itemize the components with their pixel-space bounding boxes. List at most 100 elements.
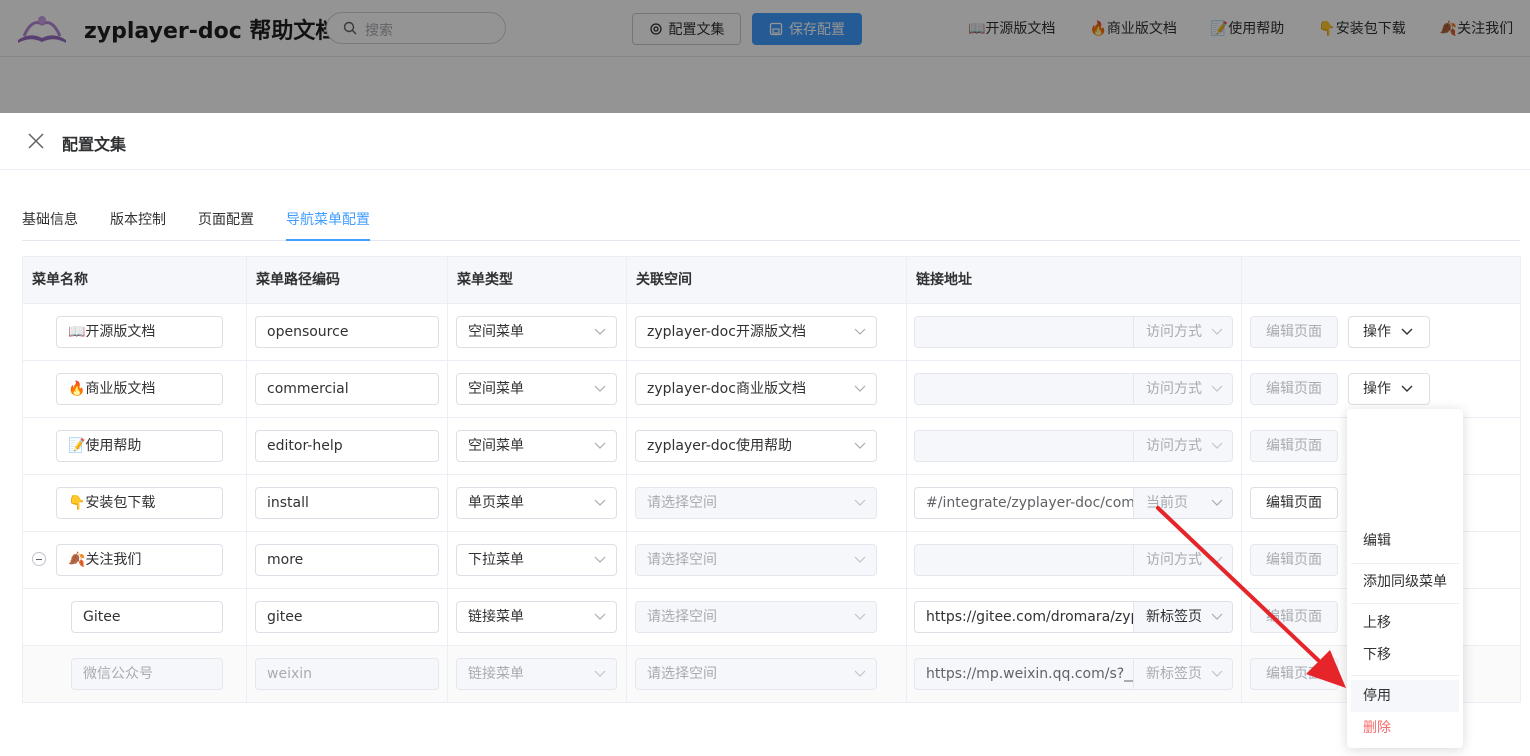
menu-type-value: 下拉菜单 bbox=[468, 552, 524, 568]
chevron-down-icon bbox=[854, 328, 866, 335]
menu-type-select[interactable]: 空间菜单 bbox=[456, 316, 617, 348]
link-input-group: 访问方式 bbox=[914, 430, 1233, 462]
table-row: 👇安装包下载 install 单页菜单 请选择空间 #/integrate/zy… bbox=[22, 475, 1521, 532]
table-header: 菜单名称 菜单路径编码 菜单类型 关联空间 链接地址 bbox=[22, 256, 1521, 304]
menu-name-input[interactable]: 🔥商业版文档 bbox=[56, 373, 223, 405]
drawer-header: 配置文集 bbox=[0, 113, 1530, 170]
column-header-menu-type: 菜单类型 bbox=[448, 257, 627, 303]
menu-type-select[interactable]: 单页菜单 bbox=[456, 487, 617, 519]
access-mode-select[interactable]: 新标签页 bbox=[1133, 602, 1232, 632]
chevron-down-icon bbox=[1401, 385, 1413, 392]
operation-button[interactable]: 操作 bbox=[1348, 373, 1430, 405]
menu-item-disable[interactable]: 停用 bbox=[1351, 680, 1459, 712]
column-header-path-code: 菜单路径编码 bbox=[247, 257, 448, 303]
access-mode-select: 新标签页 bbox=[1133, 659, 1232, 689]
menu-code-input[interactable]: opensource bbox=[255, 316, 439, 348]
access-mode-select: 访问方式 bbox=[1133, 317, 1232, 347]
menu-item-move-up[interactable]: 上移 bbox=[1351, 607, 1459, 639]
chevron-down-icon bbox=[854, 556, 866, 563]
access-mode-select[interactable]: 当前页 bbox=[1133, 488, 1232, 518]
tab-version-control[interactable]: 版本控制 bbox=[110, 209, 166, 241]
tab-nav-menu-config[interactable]: 导航菜单配置 bbox=[286, 209, 370, 241]
tab-bar: 基础信息 版本控制 页面配置 导航菜单配置 bbox=[22, 209, 1520, 241]
space-select[interactable]: zyplayer-doc开源版文档 bbox=[635, 316, 877, 348]
link-input-group: 访问方式 bbox=[914, 373, 1233, 405]
space-select: 请选择空间 bbox=[635, 544, 877, 576]
chevron-down-icon bbox=[1211, 670, 1223, 677]
link-input-group[interactable]: https://gitee.com/dromara/zypl 新标签页 bbox=[914, 601, 1233, 633]
edit-page-button: 编辑页面 bbox=[1250, 544, 1338, 576]
menu-item-delete[interactable]: 删除 bbox=[1351, 712, 1459, 744]
close-icon[interactable] bbox=[26, 131, 46, 151]
table-row: 🔥商业版文档 commercial 空间菜单 zyplayer-doc商业版文档… bbox=[22, 361, 1521, 418]
space-value: 请选择空间 bbox=[647, 666, 717, 682]
link-url-input bbox=[915, 545, 1133, 575]
chevron-down-icon bbox=[1211, 499, 1223, 506]
space-value: 请选择空间 bbox=[647, 609, 717, 625]
link-input-group: https://mp.weixin.qq.com/s?__b 新标签页 bbox=[914, 658, 1233, 690]
chevron-down-icon bbox=[594, 556, 606, 563]
link-url-input bbox=[915, 317, 1133, 347]
space-value: zyplayer-doc商业版文档 bbox=[647, 381, 806, 397]
menu-code-input[interactable]: more bbox=[255, 544, 439, 576]
menu-name-input[interactable]: 🍂关注我们 bbox=[56, 544, 223, 576]
link-url-input bbox=[915, 374, 1133, 404]
menu-name-input: 微信公众号 bbox=[71, 658, 223, 690]
link-url-input[interactable]: #/integrate/zyplayer-doc/comm bbox=[915, 488, 1133, 518]
chevron-down-icon bbox=[1211, 613, 1223, 620]
column-header-link: 链接地址 bbox=[907, 257, 1242, 303]
menu-type-value: 空间菜单 bbox=[468, 324, 524, 340]
menu-name-input[interactable]: 📝使用帮助 bbox=[56, 430, 223, 462]
edit-page-button: 编辑页面 bbox=[1250, 373, 1338, 405]
tab-basic-info[interactable]: 基础信息 bbox=[22, 209, 78, 241]
menu-divider bbox=[1351, 603, 1459, 604]
menu-divider bbox=[1351, 563, 1459, 564]
space-select[interactable]: zyplayer-doc使用帮助 bbox=[635, 430, 877, 462]
access-mode-select: 访问方式 bbox=[1133, 374, 1232, 404]
space-value: 请选择空间 bbox=[647, 495, 717, 511]
menu-item-add-sibling[interactable]: 添加同级菜单 bbox=[1351, 566, 1459, 598]
menu-name-input[interactable]: Gitee bbox=[71, 601, 223, 633]
menu-name-input[interactable]: 👇安装包下载 bbox=[56, 487, 223, 519]
link-url-input bbox=[915, 431, 1133, 461]
operation-dropdown-menu: 编辑 添加同级菜单 上移 下移 停用 删除 bbox=[1347, 409, 1463, 748]
chevron-down-icon bbox=[1211, 442, 1223, 449]
menu-item-edit[interactable]: 编辑 bbox=[1351, 525, 1459, 557]
space-select[interactable]: zyplayer-doc商业版文档 bbox=[635, 373, 877, 405]
menu-type-value: 空间菜单 bbox=[468, 381, 524, 397]
drawer-overlay-mask[interactable] bbox=[0, 0, 1530, 113]
chevron-down-icon bbox=[1211, 385, 1223, 392]
chevron-down-icon bbox=[594, 385, 606, 392]
chevron-down-icon bbox=[854, 385, 866, 392]
space-select: 请选择空间 bbox=[635, 658, 877, 690]
menu-divider bbox=[1351, 675, 1459, 676]
menu-code-input: weixin bbox=[255, 658, 439, 690]
chevron-down-icon bbox=[594, 613, 606, 620]
tab-page-config[interactable]: 页面配置 bbox=[198, 209, 254, 241]
menu-type-select: 链接菜单 bbox=[456, 658, 617, 690]
table-row: Gitee gitee 链接菜单 请选择空间 https://gitee.com… bbox=[22, 589, 1521, 646]
operation-button[interactable]: 操作 bbox=[1348, 316, 1430, 348]
menu-code-input[interactable]: commercial bbox=[255, 373, 439, 405]
menu-code-input[interactable]: editor-help bbox=[255, 430, 439, 462]
link-input-group[interactable]: #/integrate/zyplayer-doc/comm 当前页 bbox=[914, 487, 1233, 519]
menu-type-value: 空间菜单 bbox=[468, 438, 524, 454]
space-select: 请选择空间 bbox=[635, 601, 877, 633]
menu-name-input[interactable]: 📖开源版文档 bbox=[56, 316, 223, 348]
menu-type-value: 单页菜单 bbox=[468, 495, 524, 511]
menu-type-select[interactable]: 空间菜单 bbox=[456, 430, 617, 462]
column-header-menu-name: 菜单名称 bbox=[23, 257, 247, 303]
menu-type-select[interactable]: 空间菜单 bbox=[456, 373, 617, 405]
table-row: 📝使用帮助 editor-help 空间菜单 zyplayer-doc使用帮助 … bbox=[22, 418, 1521, 475]
chevron-down-icon bbox=[854, 499, 866, 506]
menu-item-move-down[interactable]: 下移 bbox=[1351, 639, 1459, 671]
edit-page-button[interactable]: 编辑页面 bbox=[1250, 487, 1338, 519]
table-row-disabled: 微信公众号 weixin 链接菜单 请选择空间 https://mp.weixi… bbox=[22, 646, 1521, 703]
menu-code-input[interactable]: install bbox=[255, 487, 439, 519]
collapse-icon[interactable] bbox=[32, 552, 46, 566]
menu-code-input[interactable]: gitee bbox=[255, 601, 439, 633]
table-row: 📖开源版文档 opensource 空间菜单 zyplayer-doc开源版文档… bbox=[22, 304, 1521, 361]
menu-type-select[interactable]: 下拉菜单 bbox=[456, 544, 617, 576]
link-url-input[interactable]: https://gitee.com/dromara/zypl bbox=[915, 602, 1133, 632]
menu-type-select[interactable]: 链接菜单 bbox=[456, 601, 617, 633]
